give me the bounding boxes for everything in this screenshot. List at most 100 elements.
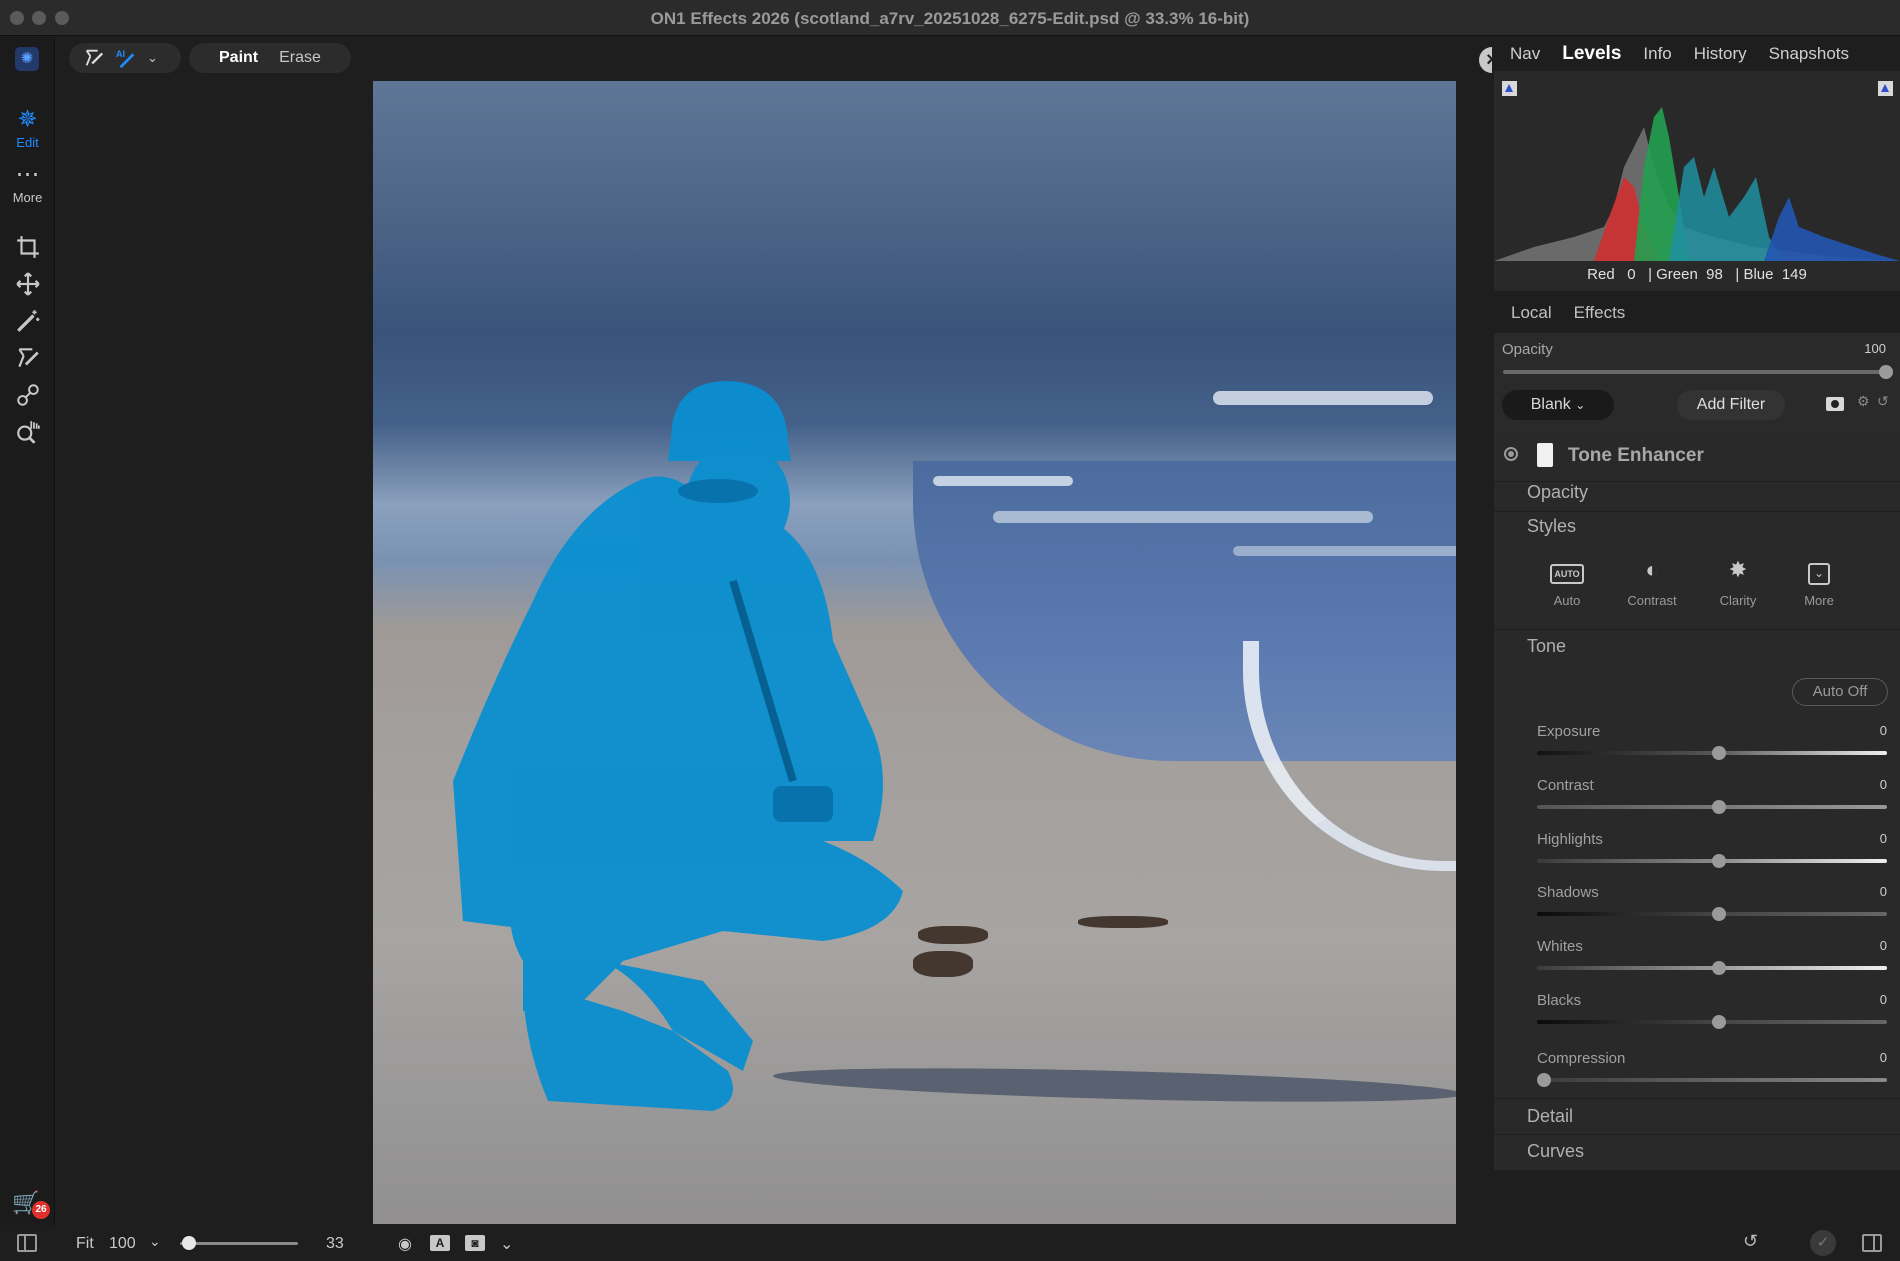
cart-button[interactable]: 🛒 26 <box>12 1190 50 1220</box>
zoom-100-button[interactable]: 100 <box>109 1235 136 1253</box>
divider <box>1494 1134 1900 1135</box>
eye-icon[interactable]: ◉ <box>398 1234 412 1254</box>
visibility-icon[interactable] <box>1504 447 1518 461</box>
slider-value[interactable]: 0 <box>1880 992 1887 1007</box>
edit-label: Edit <box>16 135 39 150</box>
slider-thumb[interactable] <box>1712 907 1726 921</box>
slider-track[interactable] <box>1537 800 1887 814</box>
tab-levels[interactable]: Levels <box>1562 43 1621 65</box>
crop-tool[interactable] <box>13 232 43 262</box>
brush-size-slider[interactable] <box>180 1236 298 1250</box>
slider-compression: Compression 0 <box>1537 1050 1887 1100</box>
tab-nav[interactable]: Nav <box>1510 44 1540 64</box>
erase-mode-button[interactable]: Erase <box>279 49 321 67</box>
right-panel-toggle-icon[interactable] <box>1862 1234 1882 1252</box>
masking-brush-icon <box>18 348 39 368</box>
magic-wand-tool[interactable] <box>13 306 43 336</box>
style-auto-button[interactable]: AUTO Auto <box>1532 555 1602 608</box>
svg-text:AI: AI <box>116 49 125 59</box>
highlight-clipping-icon[interactable] <box>1878 81 1893 96</box>
contrast-icon: ◐ <box>1645 557 1659 582</box>
styles-section[interactable]: Styles <box>1527 516 1576 537</box>
image-canvas[interactable] <box>373 81 1456 1224</box>
slider-thumb[interactable] <box>182 1236 197 1250</box>
left-panel-toggle-icon[interactable] <box>17 1234 37 1252</box>
shadow-clipping-icon[interactable] <box>1502 81 1517 96</box>
auto-off-button[interactable]: Auto Off <box>1792 678 1888 706</box>
style-more-button[interactable]: ⌄ More <box>1784 555 1854 608</box>
slider-track[interactable] <box>1537 907 1887 921</box>
slider-thumb[interactable] <box>1712 854 1726 868</box>
layer-opacity-slider[interactable] <box>1503 365 1893 379</box>
more-module-button[interactable]: ⋯ More <box>0 162 55 206</box>
slider-thumb[interactable] <box>1879 365 1893 379</box>
masked-subject <box>453 381 903 1111</box>
tab-history[interactable]: History <box>1694 44 1747 64</box>
tool-options-bar: AI ⌄ Paint Erase × ✓ <box>55 37 1536 81</box>
reset-icon[interactable]: ↺ <box>1877 393 1889 410</box>
divider <box>1494 511 1900 512</box>
auto-icon: AUTO <box>1532 555 1602 585</box>
blank-preset-dropdown[interactable]: Blank ⌄ <box>1502 390 1614 420</box>
slider-blacks: Blacks 0 <box>1537 992 1887 1042</box>
mask-icon[interactable] <box>1826 397 1844 411</box>
reset-icon[interactable]: ↺ <box>1743 1231 1758 1252</box>
slider-thumb[interactable] <box>1712 1015 1726 1029</box>
done-icon[interactable]: ✓ <box>1810 1230 1836 1256</box>
slider-thumb[interactable] <box>1712 746 1726 760</box>
chevron-down-icon[interactable]: ⌄ <box>500 1234 513 1254</box>
slider-track[interactable] <box>1537 1073 1887 1087</box>
style-contrast-button[interactable]: ◐ Contrast <box>1617 555 1687 608</box>
adjustment-tabs: Local Effects <box>1492 293 1900 333</box>
zoom-fit-button[interactable]: Fit <box>76 1235 94 1253</box>
style-clarity-button[interactable]: ✸ Clarity <box>1703 555 1773 608</box>
chevron-down-icon[interactable]: ⌄ <box>149 1233 161 1250</box>
zoom-hand-tool[interactable] <box>13 417 43 447</box>
crop-icon <box>17 236 39 258</box>
add-filter-button[interactable]: Add Filter <box>1627 390 1835 420</box>
slider-thumb[interactable] <box>1712 961 1726 975</box>
tone-section[interactable]: Tone <box>1527 636 1566 657</box>
move-tool[interactable] <box>13 269 43 299</box>
slider-thumb[interactable] <box>1712 800 1726 814</box>
layer-opacity-block: Opacity 100 Blank ⌄ Add Filter ⚙ ↺ <box>1494 333 1900 433</box>
slider-value[interactable]: 0 <box>1880 723 1887 738</box>
layer-opacity-value: 100 <box>1864 341 1886 356</box>
brush-type-selector[interactable]: AI ⌄ <box>69 43 181 73</box>
chevron-down-icon: ⌄ <box>147 50 158 65</box>
curves-section[interactable]: Curves <box>1527 1141 1584 1162</box>
slider-value[interactable]: 0 <box>1880 884 1887 899</box>
zoom-hand-icon <box>17 421 40 444</box>
edit-module-button[interactable]: ✵ Edit <box>0 107 55 151</box>
slider-track[interactable] <box>1537 854 1887 868</box>
filter-title[interactable]: Tone Enhancer <box>1568 445 1704 467</box>
slider-track[interactable] <box>1537 746 1887 760</box>
paint-mode-button[interactable]: Paint <box>219 49 258 67</box>
masking-brush-icon <box>85 49 104 66</box>
clone-tool[interactable] <box>13 380 43 410</box>
opacity-section[interactable]: Opacity <box>1527 482 1588 503</box>
paint-erase-toggle: Paint Erase <box>189 43 351 73</box>
slider-value[interactable]: 0 <box>1880 777 1887 792</box>
overlay-view-icon[interactable]: ◙ <box>465 1235 485 1251</box>
masking-brush-tool[interactable] <box>13 343 43 373</box>
divider <box>1494 1098 1900 1099</box>
slider-value[interactable]: 0 <box>1880 831 1887 846</box>
tab-effects[interactable]: Effects <box>1574 303 1626 323</box>
gear-icon[interactable]: ⚙ <box>1857 393 1870 410</box>
ai-brush-icon: AI <box>116 49 135 69</box>
slider-value[interactable]: 0 <box>1880 1050 1887 1065</box>
tab-local[interactable]: Local <box>1511 303 1552 323</box>
mask-view-icon[interactable]: A <box>430 1235 450 1251</box>
slider-track[interactable] <box>1537 961 1887 975</box>
style-auto-label: Auto <box>1553 593 1581 608</box>
slider-thumb[interactable] <box>1537 1073 1551 1087</box>
more-label: More <box>12 190 43 205</box>
layer-opacity-label: Opacity <box>1502 341 1553 358</box>
tab-snapshots[interactable]: Snapshots <box>1769 44 1849 64</box>
slider-value[interactable]: 0 <box>1880 938 1887 953</box>
tab-info[interactable]: Info <box>1643 44 1671 64</box>
detail-section[interactable]: Detail <box>1527 1106 1573 1127</box>
slider-track[interactable] <box>1537 1015 1887 1029</box>
app-logo-icon[interactable]: ✺ <box>15 47 39 71</box>
